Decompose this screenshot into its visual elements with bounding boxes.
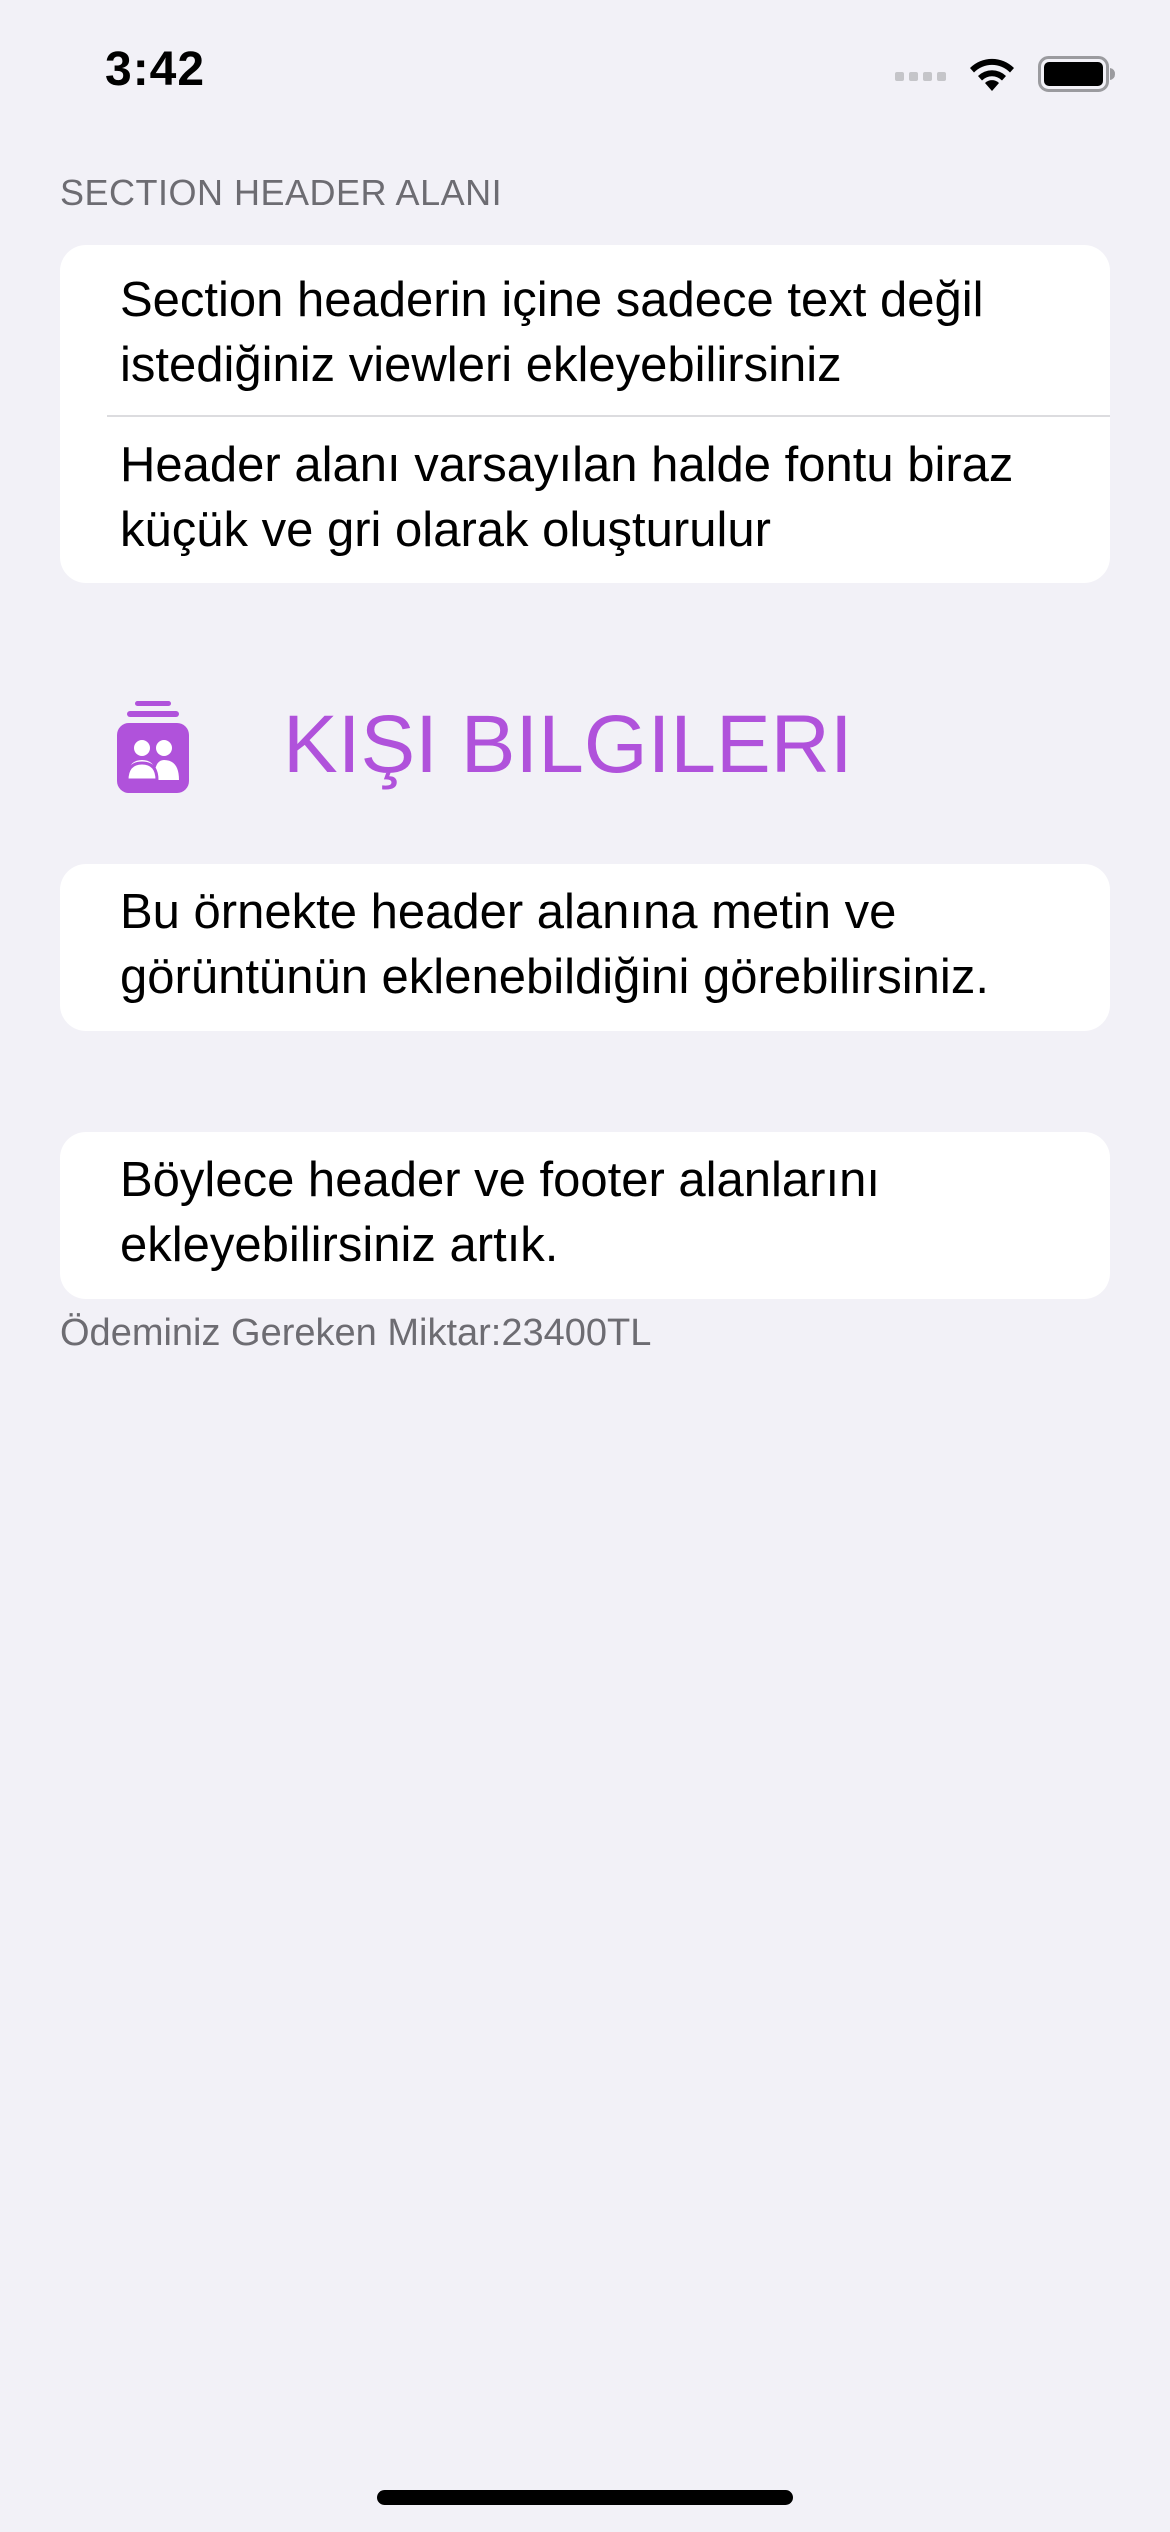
custom-section-header: KIŞI BILGILERI: [115, 690, 853, 800]
section-footer: Ödeminiz Gereken Miktar:23400TL: [60, 1312, 652, 1354]
section-header-title: KIŞI BILGILERI: [283, 699, 853, 790]
screen: 3:42 SECTION HEADER ALANI Section header…: [0, 0, 1170, 2532]
list-item-line: istediğiniz viewleri ekleyebilirsiniz: [120, 338, 842, 392]
list-item[interactable]: Header alanı varsayılan halde fontu bira…: [60, 417, 1110, 583]
battery-icon: [1038, 56, 1115, 92]
list-item[interactable]: Bu örnekte header alanına metin ve görün…: [60, 864, 1110, 1031]
list-item-line: ekleyebilirsiniz artık.: [120, 1218, 559, 1272]
section3-group: Böylece header ve footer alanlarını ekle…: [60, 1132, 1110, 1299]
list-item-line: görüntünün eklenebildiğini görebilirsini…: [120, 950, 989, 1004]
list-item[interactable]: Böylece header ve footer alanlarını ekle…: [60, 1132, 1110, 1299]
list-item[interactable]: Section headerin içine sadece text değil…: [60, 245, 1110, 415]
status-time: 3:42: [105, 43, 206, 96]
list-item-line: Böylece header ve footer alanlarını: [120, 1153, 880, 1207]
section-header-title: SECTION HEADER ALANI: [60, 172, 503, 213]
cellular-signal-icon: [895, 67, 946, 81]
list-item-line: Section headerin içine sadece text değil: [120, 273, 984, 327]
person-group-stack-icon: [117, 701, 189, 793]
section1-group: Section headerin içine sadece text değil…: [60, 245, 1110, 583]
section2-group: Bu örnekte header alanına metin ve görün…: [60, 864, 1110, 1031]
list-item-line: Header alanı varsayılan halde fontu bira…: [120, 438, 1014, 492]
home-indicator[interactable]: [377, 2490, 793, 2505]
list-item-line: Bu örnekte header alanına metin ve: [120, 885, 897, 939]
wifi-icon: [970, 58, 1014, 91]
list-item-line: küçük ve gri olarak oluşturulur: [120, 503, 771, 557]
status-icons: [895, 52, 1116, 96]
